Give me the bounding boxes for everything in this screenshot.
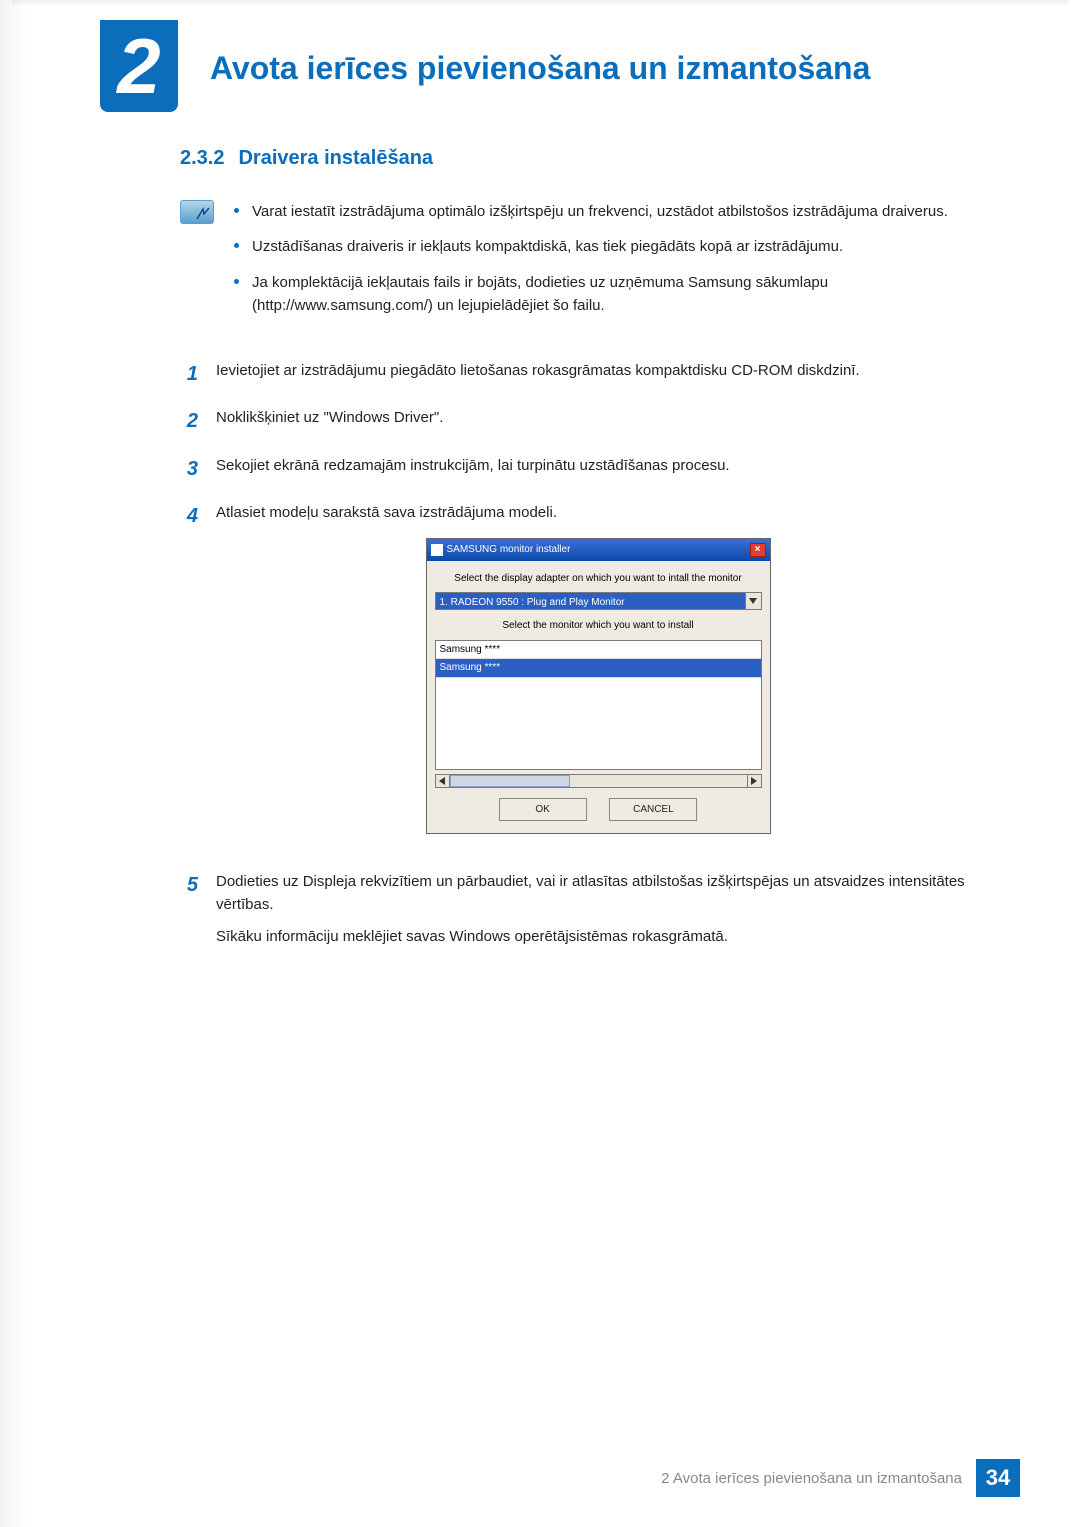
app-icon	[431, 544, 443, 556]
step-text: Atlasiet modeļu sarakstā sava izstrādāju…	[216, 501, 980, 524]
step-text: Sekojiet ekrānā redzamajām instrukcijām,…	[216, 454, 980, 477]
adapter-select[interactable]: 1. RADEON 9550 : Plug and Play Monitor	[435, 592, 762, 610]
note-item: Varat iestatīt izstrādājuma optimālo izš…	[234, 200, 980, 223]
monitor-label: Select the monitor which you want to ins…	[435, 618, 762, 634]
chapter-title: Avota ierīces pievienošana un izmantošan…	[100, 30, 980, 87]
section-number: 2.3.2	[180, 147, 224, 169]
close-icon[interactable]: ×	[750, 543, 766, 557]
installer-screenshot: SAMSUNG monitor installer × Select the d…	[426, 538, 771, 834]
page-number: 34	[976, 1459, 1020, 1497]
step-item: 3 Sekojiet ekrānā redzamajām instrukcijā…	[180, 454, 980, 485]
ok-button[interactable]: OK	[499, 798, 587, 822]
step-text: Dodieties uz Displeja rekvizītiem un pār…	[216, 870, 980, 917]
scroll-right-icon[interactable]	[747, 775, 761, 787]
note-icon	[180, 200, 214, 224]
cancel-button[interactable]: CANCEL	[609, 798, 697, 822]
step-text: Ievietojiet ar izstrādājumu piegādāto li…	[216, 359, 980, 382]
note-item: Uzstādīšanas draiveris ir iekļauts kompa…	[234, 235, 980, 258]
note-item: Ja komplektācijā iekļautais fails ir boj…	[234, 271, 980, 318]
scroll-left-icon[interactable]	[436, 775, 450, 787]
step-number: 3	[180, 454, 198, 485]
left-stripe	[0, 0, 26, 1527]
adapter-select-value: 1. RADEON 9550 : Plug and Play Monitor	[436, 593, 745, 609]
steps-list: 1 Ievietojiet ar izstrādājumu piegādāto …	[180, 359, 980, 956]
footer-text: 2 Avota ierīces pievienošana un izmantoš…	[661, 1470, 962, 1487]
step-number: 5	[180, 870, 198, 956]
step-extra: Sīkāku informāciju meklējiet savas Windo…	[216, 925, 980, 948]
step-item: 2 Noklikšķiniet uz "Windows Driver".	[180, 406, 980, 437]
window-title: SAMSUNG monitor installer	[447, 542, 571, 558]
step-item: 4 Atlasiet modeļu sarakstā sava izstrādā…	[180, 501, 980, 854]
list-item[interactable]: Samsung ****	[436, 659, 761, 678]
note-list: Varat iestatīt izstrādājuma optimālo izš…	[234, 200, 980, 329]
chapter-box: 2	[100, 20, 178, 112]
horizontal-scrollbar[interactable]	[435, 774, 762, 788]
step-text: Noklikšķiniet uz "Windows Driver".	[216, 406, 980, 429]
list-item[interactable]: Samsung ****	[436, 641, 761, 660]
scroll-thumb[interactable]	[450, 775, 570, 787]
section-heading: 2.3.2 Draivera instalēšana	[180, 147, 980, 170]
step-number: 1	[180, 359, 198, 390]
scroll-track[interactable]	[450, 775, 747, 787]
chevron-down-icon[interactable]	[745, 593, 761, 609]
adapter-label: Select the display adapter on which you …	[435, 571, 762, 587]
step-item: 5 Dodieties uz Displeja rekvizītiem un p…	[180, 870, 980, 956]
step-item: 1 Ievietojiet ar izstrādājumu piegādāto …	[180, 359, 980, 390]
step-number: 4	[180, 501, 198, 854]
step-number: 2	[180, 406, 198, 437]
titlebar: SAMSUNG monitor installer ×	[427, 539, 770, 561]
chapter-number: 2	[117, 27, 160, 105]
section-title: Draivera instalēšana	[238, 147, 433, 169]
monitor-list[interactable]: Samsung **** Samsung ****	[435, 640, 762, 770]
